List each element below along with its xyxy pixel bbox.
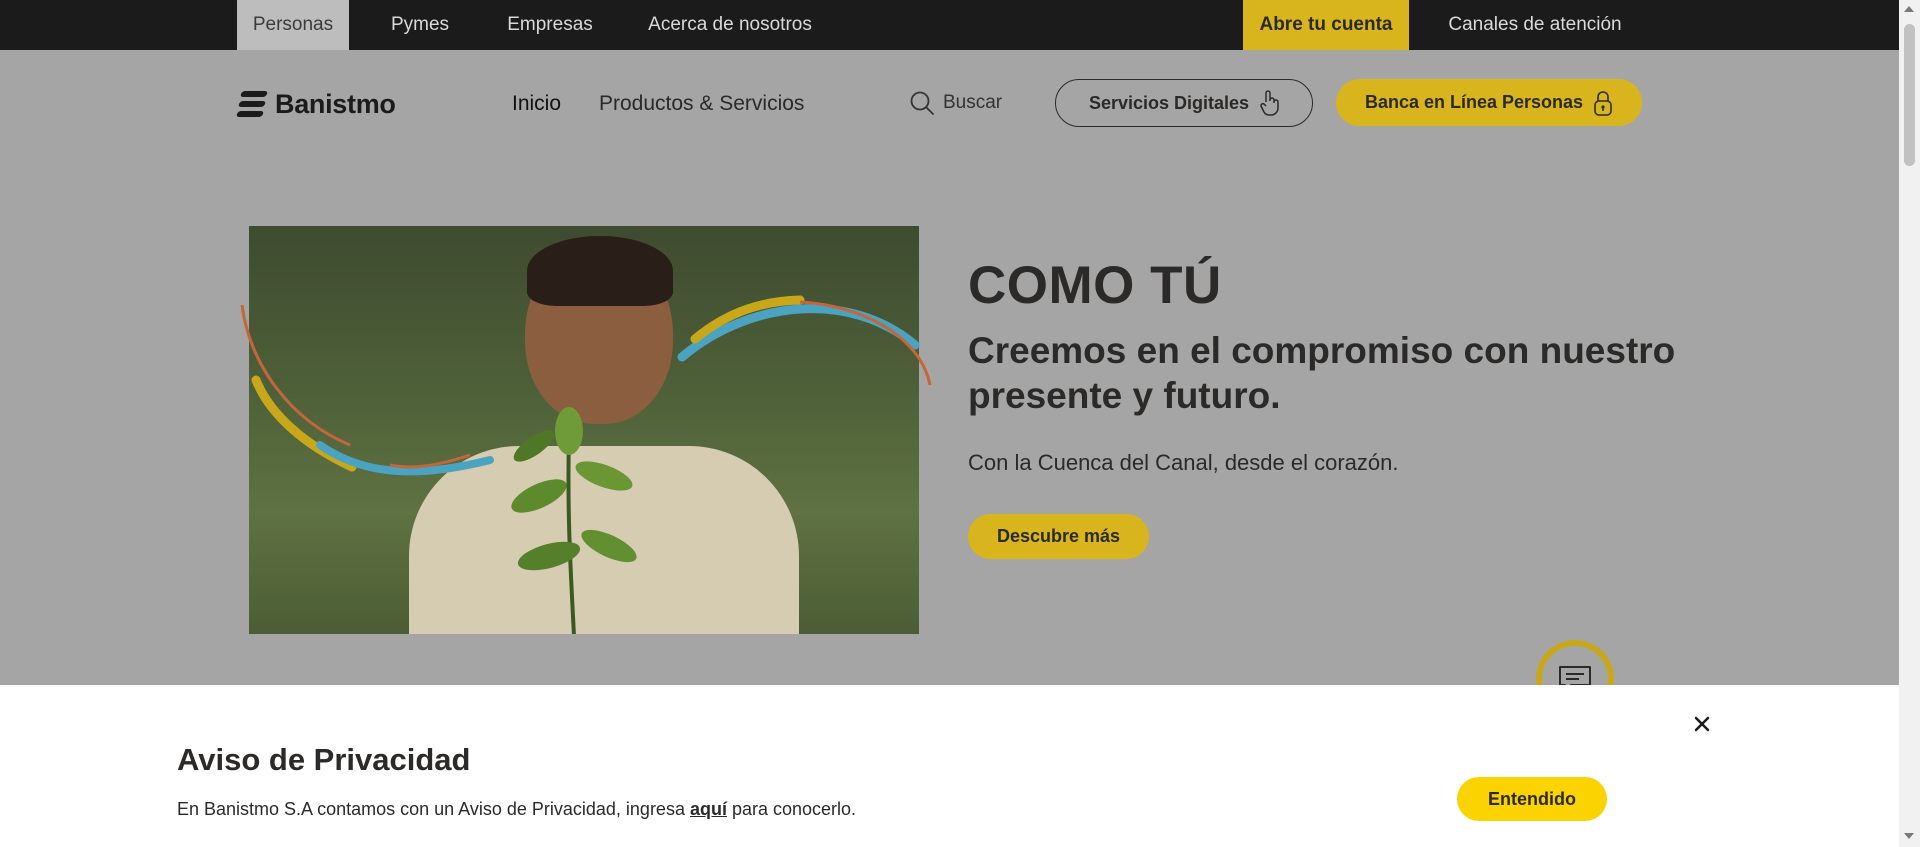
search-icon: [910, 91, 934, 115]
scrollbar-thumb[interactable]: [1904, 24, 1915, 166]
privacy-text: En Banistmo S.A contamos con un Aviso de…: [177, 799, 856, 820]
tab-personas[interactable]: Personas: [237, 0, 349, 50]
logo[interactable]: Banistmo: [235, 86, 396, 122]
plant-illustration: [511, 407, 637, 634]
top-bar: Personas Pymes Empresas Acerca de nosotr…: [0, 0, 1899, 50]
online-banking-label: Banca en Línea Personas: [1364, 92, 1584, 112]
scroll-up-arrow[interactable]: [1904, 6, 1914, 12]
tab-acerca[interactable]: Acerca de nosotros: [638, 0, 822, 50]
hand-pointer-icon: [1260, 90, 1279, 116]
digital-services-label: Servicios Digitales: [1088, 92, 1250, 113]
logo-mark-icon: [235, 90, 269, 118]
hero-subtitle: Creemos en el compromiso con nuestro pre…: [968, 330, 1676, 416]
tab-empresas[interactable]: Empresas: [494, 0, 606, 50]
channels-link[interactable]: Canales de atención: [1437, 0, 1633, 50]
digital-services-button[interactable]: Servicios Digitales: [1055, 79, 1313, 127]
hero-image: [249, 226, 919, 634]
scrollbar[interactable]: [1899, 0, 1920, 847]
accept-button[interactable]: Entendido: [1457, 777, 1607, 821]
discover-more-button[interactable]: Descubre más: [968, 514, 1149, 559]
hero-title: COMO TÚ: [968, 256, 1222, 315]
close-icon[interactable]: [1690, 712, 1714, 736]
online-banking-button[interactable]: Banca en Línea Personas: [1336, 79, 1642, 126]
hero-hair: [527, 236, 673, 306]
open-account-button[interactable]: Abre tu cuenta: [1243, 0, 1409, 50]
search-button[interactable]: Buscar: [909, 90, 1002, 116]
nav-inicio[interactable]: Inicio: [512, 92, 561, 116]
lock-icon: [1594, 90, 1612, 116]
privacy-notice: Aviso de Privacidad En Banistmo S.A cont…: [0, 685, 1899, 847]
nav-productos[interactable]: Productos & Servicios: [599, 92, 804, 116]
privacy-text-before: En Banistmo S.A contamos con un Aviso de…: [177, 799, 690, 819]
scroll-down-arrow[interactable]: [1904, 833, 1914, 839]
privacy-title: Aviso de Privacidad: [177, 742, 471, 777]
search-label: Buscar: [943, 92, 1003, 113]
logo-text: Banistmo: [275, 88, 396, 119]
hero-text: Con la Cuenca del Canal, desde el corazó…: [968, 450, 1399, 475]
tab-pymes[interactable]: Pymes: [375, 0, 465, 50]
privacy-text-after: para conocerlo.: [726, 799, 857, 819]
privacy-link[interactable]: aquí: [690, 799, 727, 819]
